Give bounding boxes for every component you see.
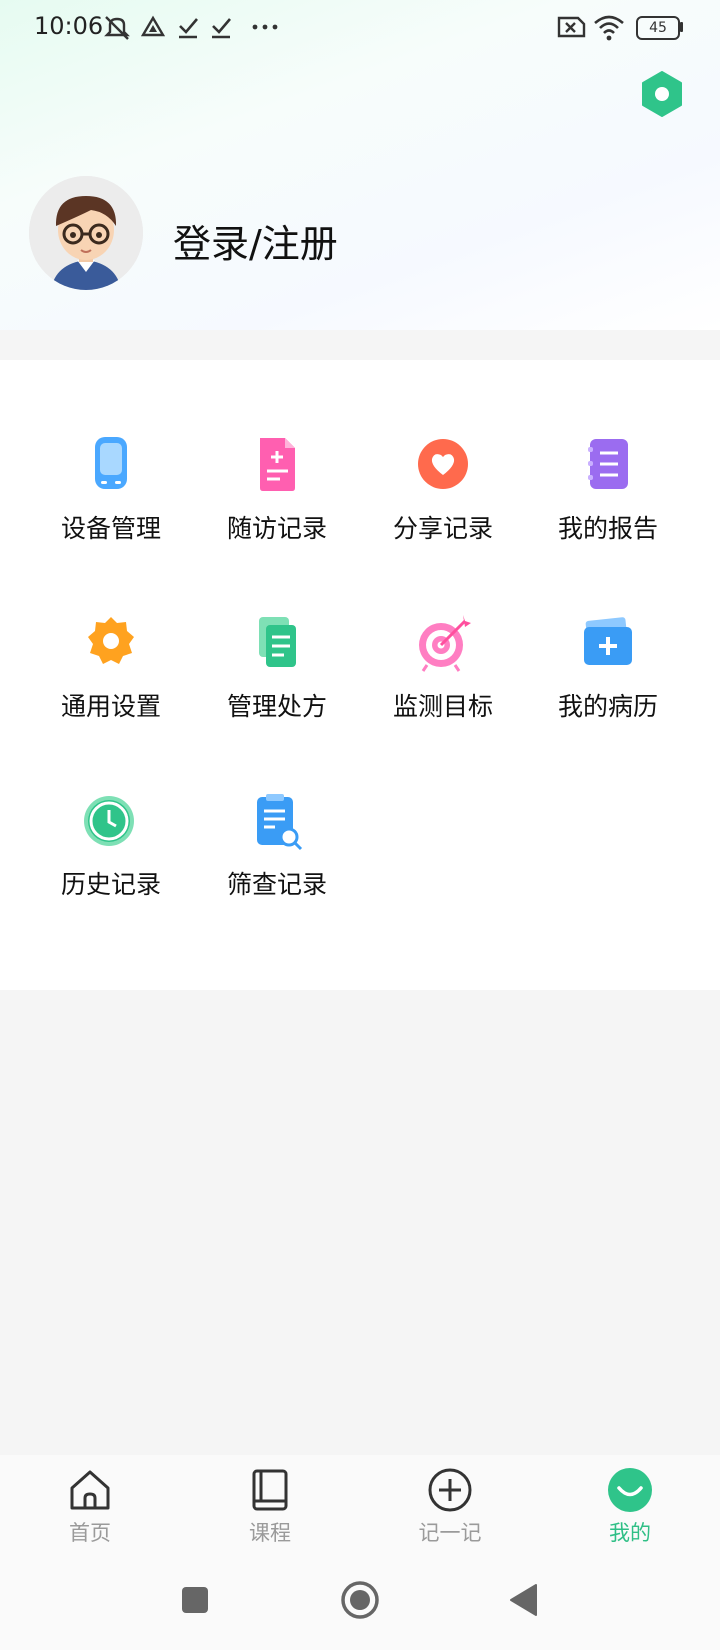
medical-record-icon	[584, 617, 632, 665]
screening-icon	[257, 794, 303, 851]
check-icon	[212, 18, 231, 39]
tab-home[interactable]: 首页	[30, 1467, 150, 1553]
menu-item-my-reports[interactable]: 我的报告	[528, 435, 688, 585]
menu-item-label: 我的报告	[557, 514, 658, 543]
profile-header: 10:06 45 登录/注册	[0, 0, 720, 330]
prescription-icon	[259, 617, 296, 667]
back-button[interactable]	[508, 1583, 540, 1617]
menu-item-share-records[interactable]: 分享记录	[363, 435, 523, 585]
battery-icon: 45	[636, 16, 680, 40]
battery-level: 45	[649, 20, 667, 36]
mute-icon	[104, 16, 130, 40]
book-icon	[252, 1469, 288, 1511]
menu-item-screening-records[interactable]: 筛查记录	[197, 791, 357, 941]
menu-item-label: 随访记录	[226, 514, 327, 543]
home-button[interactable]	[340, 1580, 380, 1620]
smile-icon	[608, 1468, 652, 1512]
menu-item-follow-up-records[interactable]: 随访记录	[197, 435, 357, 585]
menu-item-general-settings[interactable]: 通用设置	[31, 613, 191, 763]
clock-icon	[84, 796, 134, 846]
system-navigation-bar	[0, 1555, 720, 1650]
tab-mine[interactable]: 我的	[570, 1467, 690, 1553]
tab-label: 课程	[249, 1521, 291, 1545]
triangle-icon	[140, 15, 166, 37]
hexagon-settings-icon[interactable]	[640, 70, 684, 118]
report-icon	[588, 439, 628, 489]
menu-item-history[interactable]: 历史记录	[31, 791, 191, 941]
recent-apps-button[interactable]	[180, 1585, 210, 1615]
menu-item-label: 管理处方	[226, 692, 327, 721]
menu-item-monitoring-targets[interactable]: 监测目标	[363, 613, 523, 763]
check-icon	[179, 18, 198, 39]
menu-grid: 设备管理 随访记录 分享记录 我的报告 通用设置 管理处方 监测目标 我的病历 …	[0, 360, 720, 990]
tab-label: 记一记	[418, 1521, 482, 1545]
bottom-tab-bar: 首页 课程 记一记 我的	[0, 1455, 720, 1555]
tab-courses[interactable]: 课程	[210, 1467, 330, 1553]
home-icon	[70, 1470, 110, 1510]
menu-item-label: 监测目标	[392, 692, 493, 721]
tab-label: 我的	[609, 1521, 651, 1545]
menu-item-label: 分享记录	[392, 514, 493, 543]
menu-item-label: 设备管理	[60, 514, 161, 543]
plus-circle-icon	[428, 1468, 472, 1512]
gear-icon	[88, 617, 134, 664]
heart-icon	[418, 439, 468, 489]
more-dots-icon	[252, 24, 278, 30]
status-time: 10:06	[34, 12, 104, 40]
wifi-icon	[594, 15, 624, 41]
menu-item-label: 历史记录	[60, 870, 161, 899]
avatar-icon	[29, 176, 143, 290]
menu-item-manage-prescriptions[interactable]: 管理处方	[197, 613, 357, 763]
tab-record[interactable]: 记一记	[390, 1467, 510, 1553]
target-icon	[419, 615, 471, 672]
status-bar: 10:06 45	[0, 0, 720, 54]
login-register-link[interactable]: 登录/注册	[173, 213, 338, 268]
tab-label: 首页	[69, 1521, 111, 1545]
device-icon	[95, 437, 127, 489]
no-sim-icon	[557, 16, 586, 38]
menu-item-my-medical-records[interactable]: 我的病历	[528, 613, 688, 763]
menu-item-label: 我的病历	[557, 692, 658, 721]
follow-up-doc-icon	[260, 438, 295, 491]
menu-item-device-management[interactable]: 设备管理	[31, 435, 191, 585]
avatar[interactable]	[29, 176, 143, 290]
menu-item-label: 通用设置	[60, 692, 161, 721]
menu-item-label: 筛查记录	[226, 870, 327, 899]
